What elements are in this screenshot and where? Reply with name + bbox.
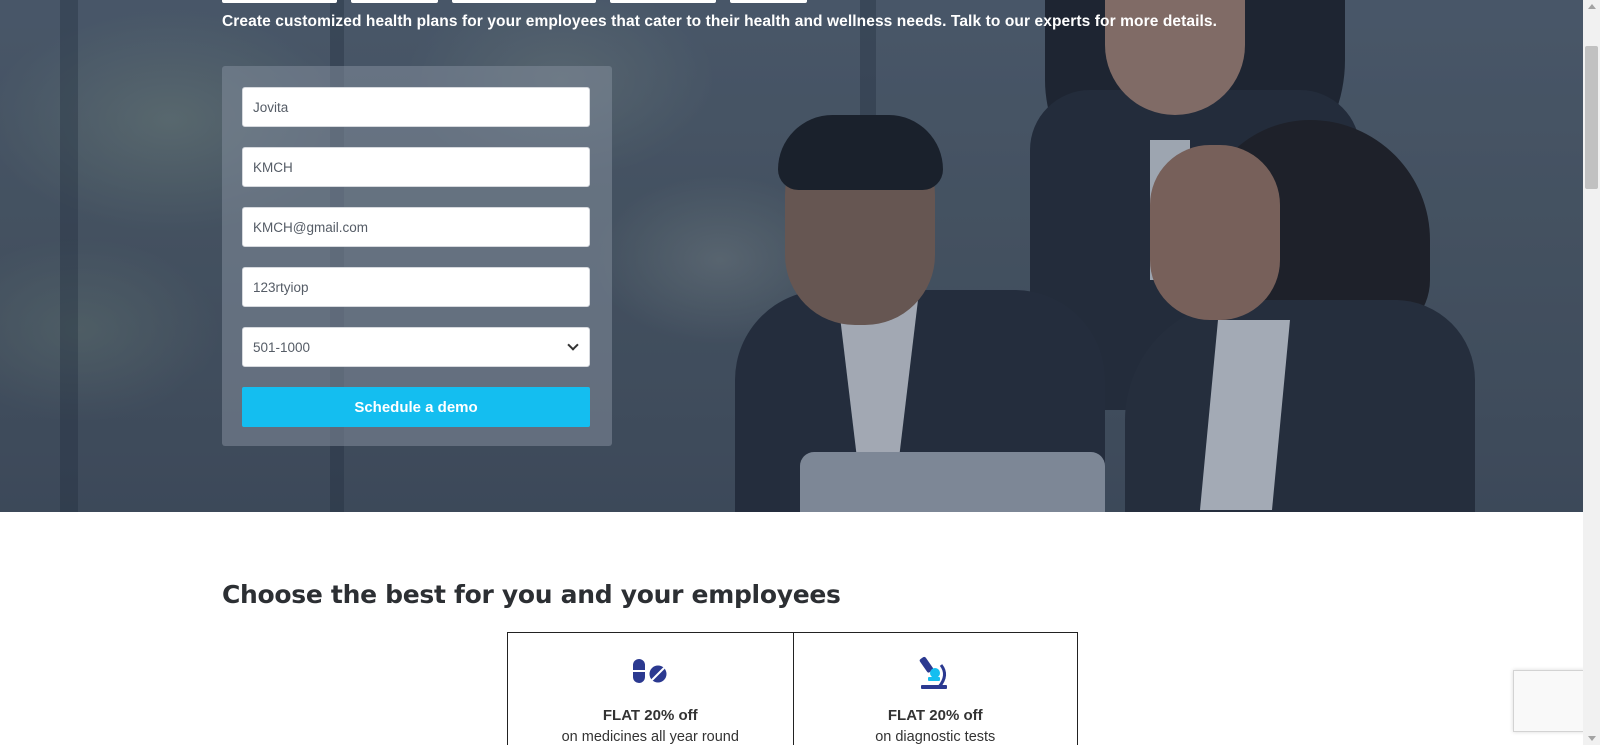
offers-grid: FLAT 20% off on medicines all year round…	[507, 632, 1078, 745]
organization-input[interactable]	[242, 147, 590, 187]
page-scrollbar[interactable]	[1583, 0, 1600, 745]
recaptcha-badge[interactable]	[1513, 670, 1585, 732]
company-size-select[interactable]: 501-1000	[242, 327, 590, 367]
scroll-up-arrow-icon[interactable]	[1588, 4, 1596, 9]
offer-detail: on medicines all year round	[561, 729, 739, 745]
scrollbar-thumb[interactable]	[1585, 46, 1598, 189]
schedule-demo-button[interactable]: Schedule a demo	[242, 387, 590, 427]
microscope-icon	[919, 656, 948, 689]
offer-card-diagnostics[interactable]: FLAT 20% off on diagnostic tests	[792, 633, 1078, 745]
scroll-down-arrow-icon[interactable]	[1588, 736, 1596, 741]
offer-headline: FLAT 20% off	[887, 707, 983, 724]
hero-banner: Create customized health plans for your …	[0, 0, 1583, 512]
email-input[interactable]	[242, 207, 590, 247]
offer-card-medicines[interactable]: FLAT 20% off on medicines all year round	[508, 633, 793, 745]
hero-subtitle: Create customized health plans for your …	[222, 13, 1218, 30]
offer-detail: on diagnostic tests	[875, 729, 996, 745]
offer-headline: FLAT 20% off	[602, 707, 698, 724]
name-input[interactable]	[242, 87, 590, 127]
company-size-value: 501-1000	[253, 339, 311, 355]
offers-section-title: Choose the best for you and your employe…	[222, 580, 841, 609]
phone-input[interactable]	[242, 267, 590, 307]
medicine-pills-icon	[633, 659, 667, 683]
chevron-down-icon	[567, 339, 579, 351]
demo-request-form: 501-1000 Schedule a demo	[222, 66, 612, 446]
hero-heading-cropped	[222, 0, 807, 3]
